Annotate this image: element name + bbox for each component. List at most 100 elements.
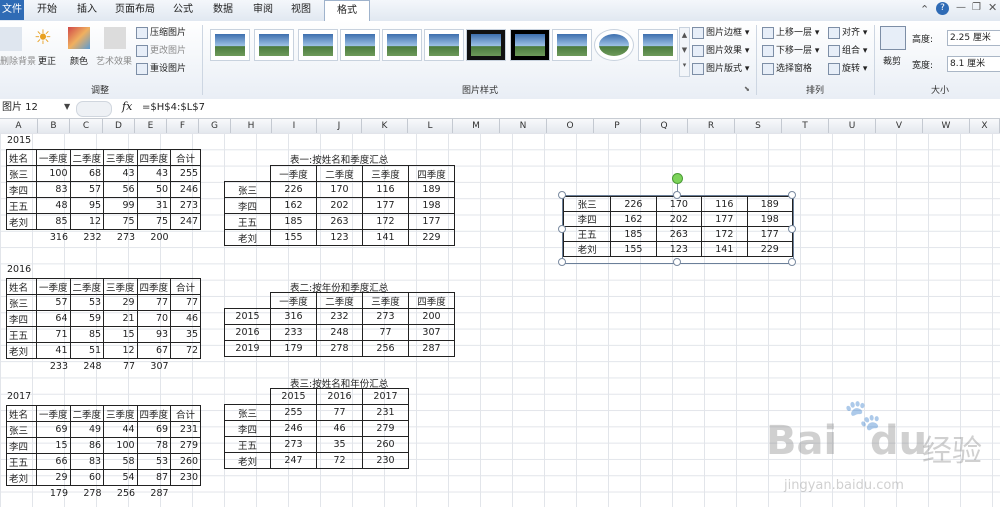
column-header[interactable]: Q — [641, 119, 688, 133]
column-header[interactable]: T — [782, 119, 829, 133]
table-cell[interactable]: 56 — [103, 181, 138, 198]
table-cell[interactable]: 72 — [316, 452, 363, 469]
table-cell[interactable]: 162 — [610, 211, 657, 227]
table-cell[interactable]: 老刘 — [224, 229, 271, 246]
table-cell[interactable]: 172 — [701, 226, 748, 242]
table-cell[interactable] — [225, 389, 271, 405]
table-cell[interactable]: 248 — [316, 324, 363, 341]
table-cell[interactable]: 李四 — [562, 211, 612, 227]
table-cell[interactable]: 189 — [408, 181, 455, 198]
rotate-button[interactable]: 旋转 ▾ — [828, 61, 867, 75]
table-cell[interactable]: 85 — [36, 213, 71, 230]
height-input[interactable]: 2.25 厘米 — [947, 30, 1000, 46]
table-cell[interactable]: 48 — [36, 197, 71, 214]
rotation-handle[interactable] — [672, 173, 683, 184]
table-cell[interactable]: 260 — [170, 453, 202, 470]
table-cell[interactable]: 256 — [104, 486, 138, 502]
table-cell[interactable]: 316 — [37, 230, 71, 246]
table-cell[interactable]: 46 — [170, 310, 202, 327]
table-cell[interactable]: 75 — [103, 213, 138, 230]
table-cell[interactable]: 王五 — [224, 436, 271, 453]
table-cell[interactable]: 116 — [362, 181, 409, 198]
table-cell[interactable]: 2017 — [362, 388, 409, 405]
table-cell[interactable]: 41 — [36, 342, 71, 359]
table-cell[interactable]: 247 — [170, 213, 202, 230]
resize-handle-w[interactable] — [558, 225, 566, 233]
table-cell[interactable]: 155 — [270, 229, 317, 246]
table-cell[interactable]: 93 — [136, 326, 172, 343]
table-cell[interactable]: 15 — [36, 437, 71, 454]
window-restore-icon[interactable]: ❐ — [972, 2, 981, 13]
table-cell[interactable]: 三季度 — [362, 165, 409, 182]
table-cell[interactable]: 263 — [655, 226, 703, 242]
color-button[interactable]: 颜色 — [70, 54, 88, 67]
tab-insert[interactable]: 插入 — [70, 0, 104, 20]
year-label-2015[interactable]: 2015 — [7, 135, 31, 146]
table-cell[interactable]: 230 — [362, 452, 409, 469]
table-cell[interactable]: 合计 — [170, 405, 202, 422]
compress-pictures-button[interactable]: 压缩图片 — [136, 25, 186, 39]
table-cell[interactable]: 95 — [69, 197, 105, 214]
table-cell[interactable]: 老刘 — [6, 213, 37, 230]
table-cell[interactable]: 53 — [136, 453, 172, 470]
table-cell[interactable]: 43 — [136, 165, 172, 182]
table-cell[interactable]: 老刘 — [6, 469, 37, 486]
resize-handle-n[interactable] — [673, 191, 681, 199]
table-cell[interactable]: 29 — [36, 469, 71, 486]
table-cell[interactable]: 70 — [136, 310, 172, 327]
picture-style-11[interactable] — [638, 29, 678, 61]
resize-handle-ne[interactable] — [788, 191, 796, 199]
table-cell[interactable]: 54 — [103, 469, 138, 486]
table-cell[interactable]: 王五 — [6, 453, 37, 470]
table-cell[interactable]: 31 — [136, 197, 172, 214]
table-cell[interactable]: 王五 — [6, 326, 37, 343]
table-cell[interactable]: 58 — [103, 453, 138, 470]
table-cell[interactable]: 2015 — [224, 308, 271, 325]
table-cell[interactable]: 二季度 — [316, 165, 363, 182]
table-cell[interactable] — [171, 230, 201, 246]
table-cell[interactable] — [171, 486, 201, 502]
formula-input[interactable]: =$H$4:$L$7 — [142, 101, 205, 115]
table-cell[interactable] — [7, 230, 37, 246]
table-cell[interactable] — [7, 359, 37, 375]
table-cell[interactable]: 二季度 — [69, 149, 105, 166]
table-cell[interactable]: 李四 — [6, 181, 37, 198]
picture-style-2[interactable] — [254, 29, 294, 61]
help-icon[interactable]: ? — [936, 2, 949, 15]
table-cell[interactable]: 72 — [170, 342, 202, 359]
table-cell[interactable]: 200 — [408, 308, 455, 325]
column-header[interactable]: U — [829, 119, 876, 133]
gallery-scroll[interactable]: ▲ ▼ ▾ — [679, 27, 690, 77]
column-header[interactable]: D — [103, 119, 135, 133]
picture-border-button[interactable]: 图片边框 ▾ — [692, 25, 749, 39]
column-header[interactable]: I — [272, 119, 317, 133]
dialog-launcher-icon[interactable]: ⬊ — [744, 85, 750, 93]
window-close-icon[interactable]: ✕ — [988, 1, 997, 14]
crop-button[interactable]: 裁剪 — [883, 54, 901, 67]
picture-style-4[interactable] — [340, 29, 380, 61]
tab-view[interactable]: 视图 — [284, 0, 318, 20]
group-button[interactable]: 组合 ▾ — [828, 43, 867, 57]
table-cell[interactable]: 230 — [170, 469, 202, 486]
table-cell[interactable]: 李四 — [224, 197, 271, 214]
table-cell[interactable]: 83 — [69, 453, 105, 470]
remove-background-button[interactable]: 删除背景 — [0, 54, 36, 67]
tab-format[interactable]: 格式 — [324, 0, 370, 22]
table-cell[interactable]: 2019 — [224, 340, 271, 357]
table-cell[interactable]: 226 — [270, 181, 317, 198]
table-cell[interactable]: 141 — [701, 241, 748, 257]
table-cell[interactable]: 合计 — [170, 278, 202, 295]
table-cell[interactable]: 姓名 — [6, 405, 37, 422]
table-cell[interactable]: 198 — [408, 197, 455, 214]
picture-layout-button[interactable]: 图片版式 ▾ — [692, 61, 749, 75]
table-cell[interactable]: 张三 — [6, 294, 37, 311]
column-header[interactable]: C — [70, 119, 103, 133]
column-header[interactable]: M — [453, 119, 500, 133]
table-cell[interactable]: 229 — [746, 241, 794, 257]
table-cell[interactable]: 王五 — [6, 197, 37, 214]
table-cell[interactable]: 200 — [137, 230, 171, 246]
picture-style-1[interactable] — [210, 29, 250, 61]
table-cell[interactable]: 四季度 — [136, 278, 172, 295]
table-cell[interactable]: 248 — [70, 359, 104, 375]
table-cell[interactable]: 273 — [362, 308, 409, 325]
